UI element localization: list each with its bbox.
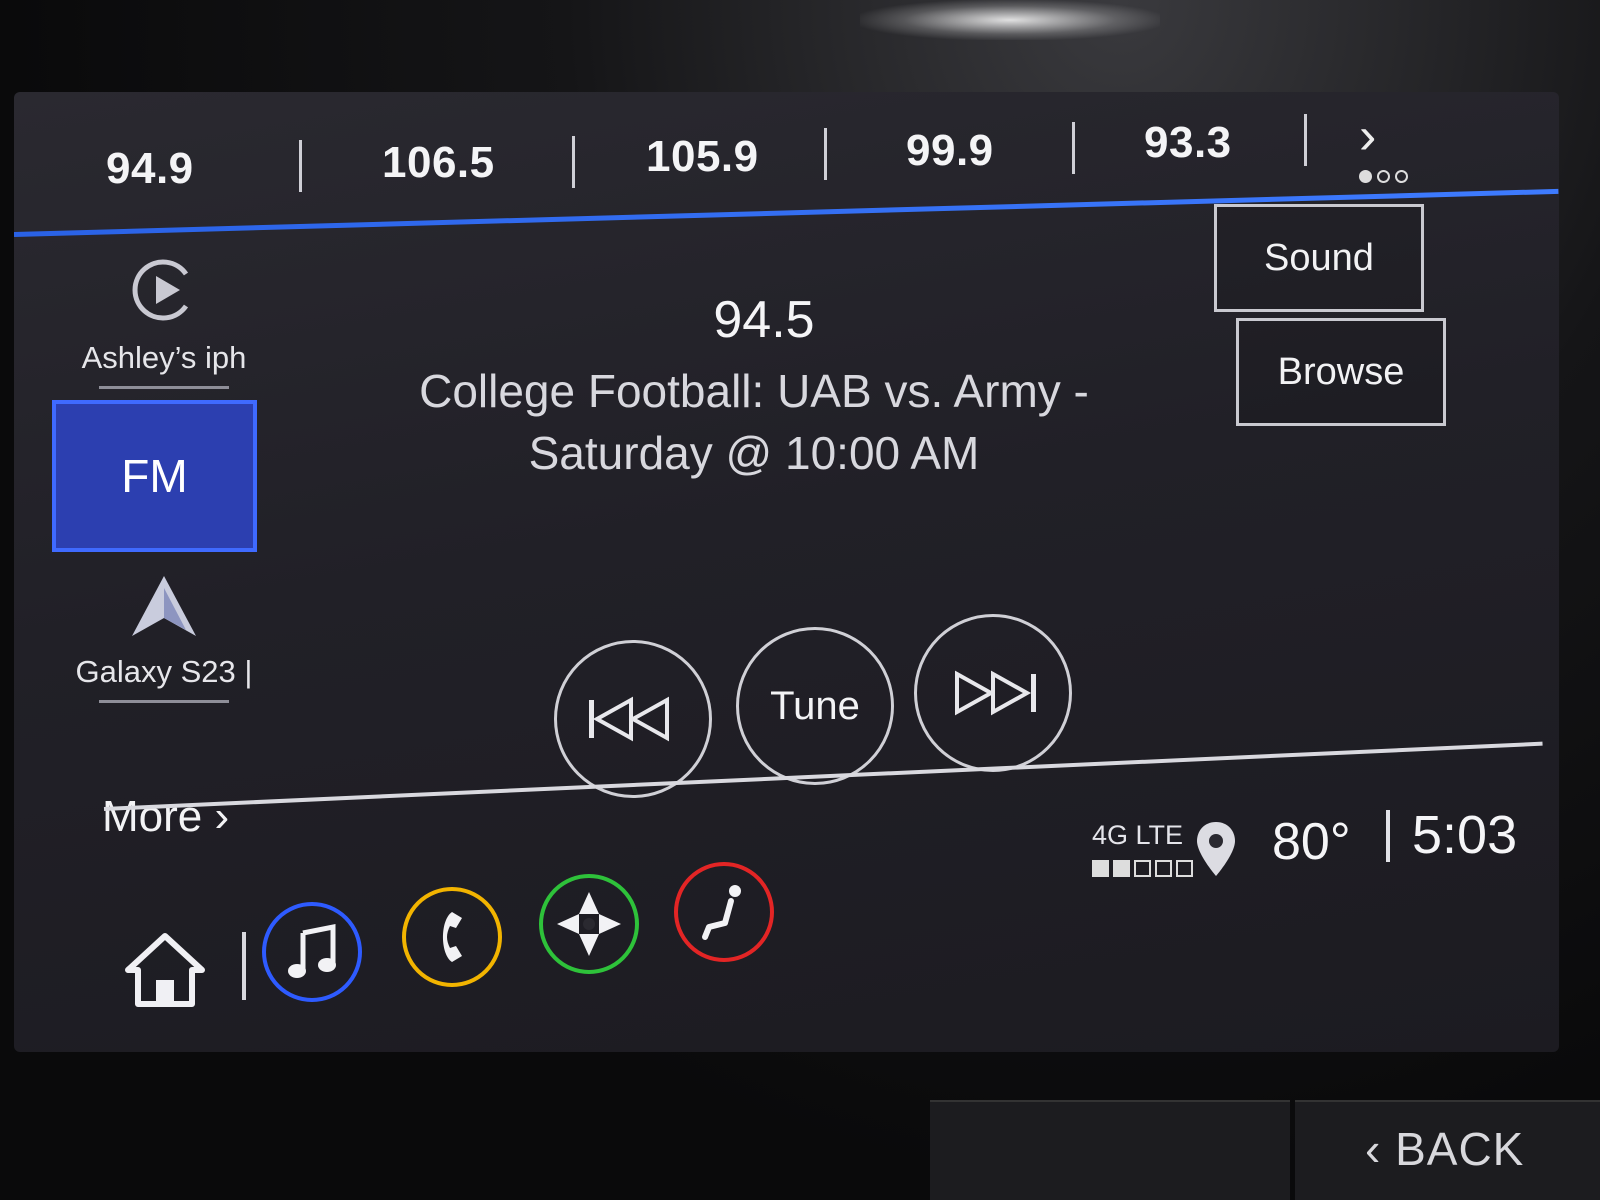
clock: 5:03 [1412,805,1518,865]
signal-strength [1092,860,1193,877]
music-note-icon [288,923,336,978]
page-dot [1377,170,1390,183]
preset-page-indicator [1359,170,1408,183]
preset-5[interactable]: 93.3 [1144,118,1232,168]
light-glare [860,0,1160,40]
fm-label: FM [121,450,188,502]
preset-4[interactable]: 99.9 [906,126,994,176]
audio-nav-button[interactable] [262,902,362,1002]
hardware-seek-button[interactable] [930,1100,1290,1200]
preset-divider [1072,122,1075,174]
station-frequency: 94.5 [713,291,815,349]
phone-nav-button[interactable] [402,887,502,987]
preset-divider [1304,114,1307,166]
signal-bar [1092,860,1109,877]
seek-back-button[interactable] [554,640,712,798]
settings-nav-button[interactable] [674,862,774,962]
signal-bar [1134,860,1151,877]
preset-divider [299,140,302,192]
tune-button[interactable]: Tune [736,627,894,785]
network-type: 4G LTE [1092,820,1184,850]
seat-icon [702,885,741,940]
play-circle-icon [132,259,189,321]
signal-bar [1113,860,1130,877]
location-pin-icon [1197,822,1235,876]
chevron-right-icon[interactable]: › [1359,106,1376,166]
source-underline [99,386,229,389]
seek-forward-icon [955,670,1036,716]
source-label: Galaxy S23 | [75,654,253,689]
nav-divider [242,932,246,1000]
page-dot [1395,170,1408,183]
back-label: ‹ BACK [1365,1123,1525,1175]
source-label: Ashley’s iph [81,340,247,375]
program-info: College Football: UAB vs. Army - Saturda… [324,360,1184,484]
signal-bar [1155,860,1172,877]
preset-divider [824,128,827,180]
phone-icon [443,912,462,962]
page-dot [1359,170,1372,183]
navigation-nav-button[interactable] [539,874,639,974]
seek-forward-button[interactable] [914,614,1072,772]
source-phone-1[interactable]: Ashley’s iph [44,254,284,389]
preset-2[interactable]: 106.5 [382,138,495,188]
browse-button[interactable]: Browse [1236,318,1446,426]
sound-button[interactable]: Sound [1214,204,1424,312]
outside-temperature: 80° [1272,813,1351,871]
status-divider [1386,810,1390,862]
preset-3[interactable]: 105.9 [646,132,759,182]
infotainment-screen: 94.9 106.5 105.9 99.9 93.3 › Ashley’s ip… [14,92,1559,1052]
seek-back-icon [589,696,669,742]
signal-bar [1176,860,1193,877]
source-phone-2[interactable]: Galaxy S23 | [44,574,284,703]
preset-1[interactable]: 94.9 [106,144,194,194]
preset-divider [572,136,575,188]
compass-icon [557,892,621,956]
tune-label: Tune [770,683,860,728]
program-line-2: Saturday @ 10:00 AM [528,427,980,479]
fm-source-button[interactable]: FM [52,400,257,552]
home-icon[interactable] [124,932,206,1008]
source-underline [99,700,229,703]
more-sources-button[interactable]: More › [102,792,229,842]
program-line-1: College Football: UAB vs. Army - [419,365,1089,417]
android-auto-icon [132,576,196,636]
